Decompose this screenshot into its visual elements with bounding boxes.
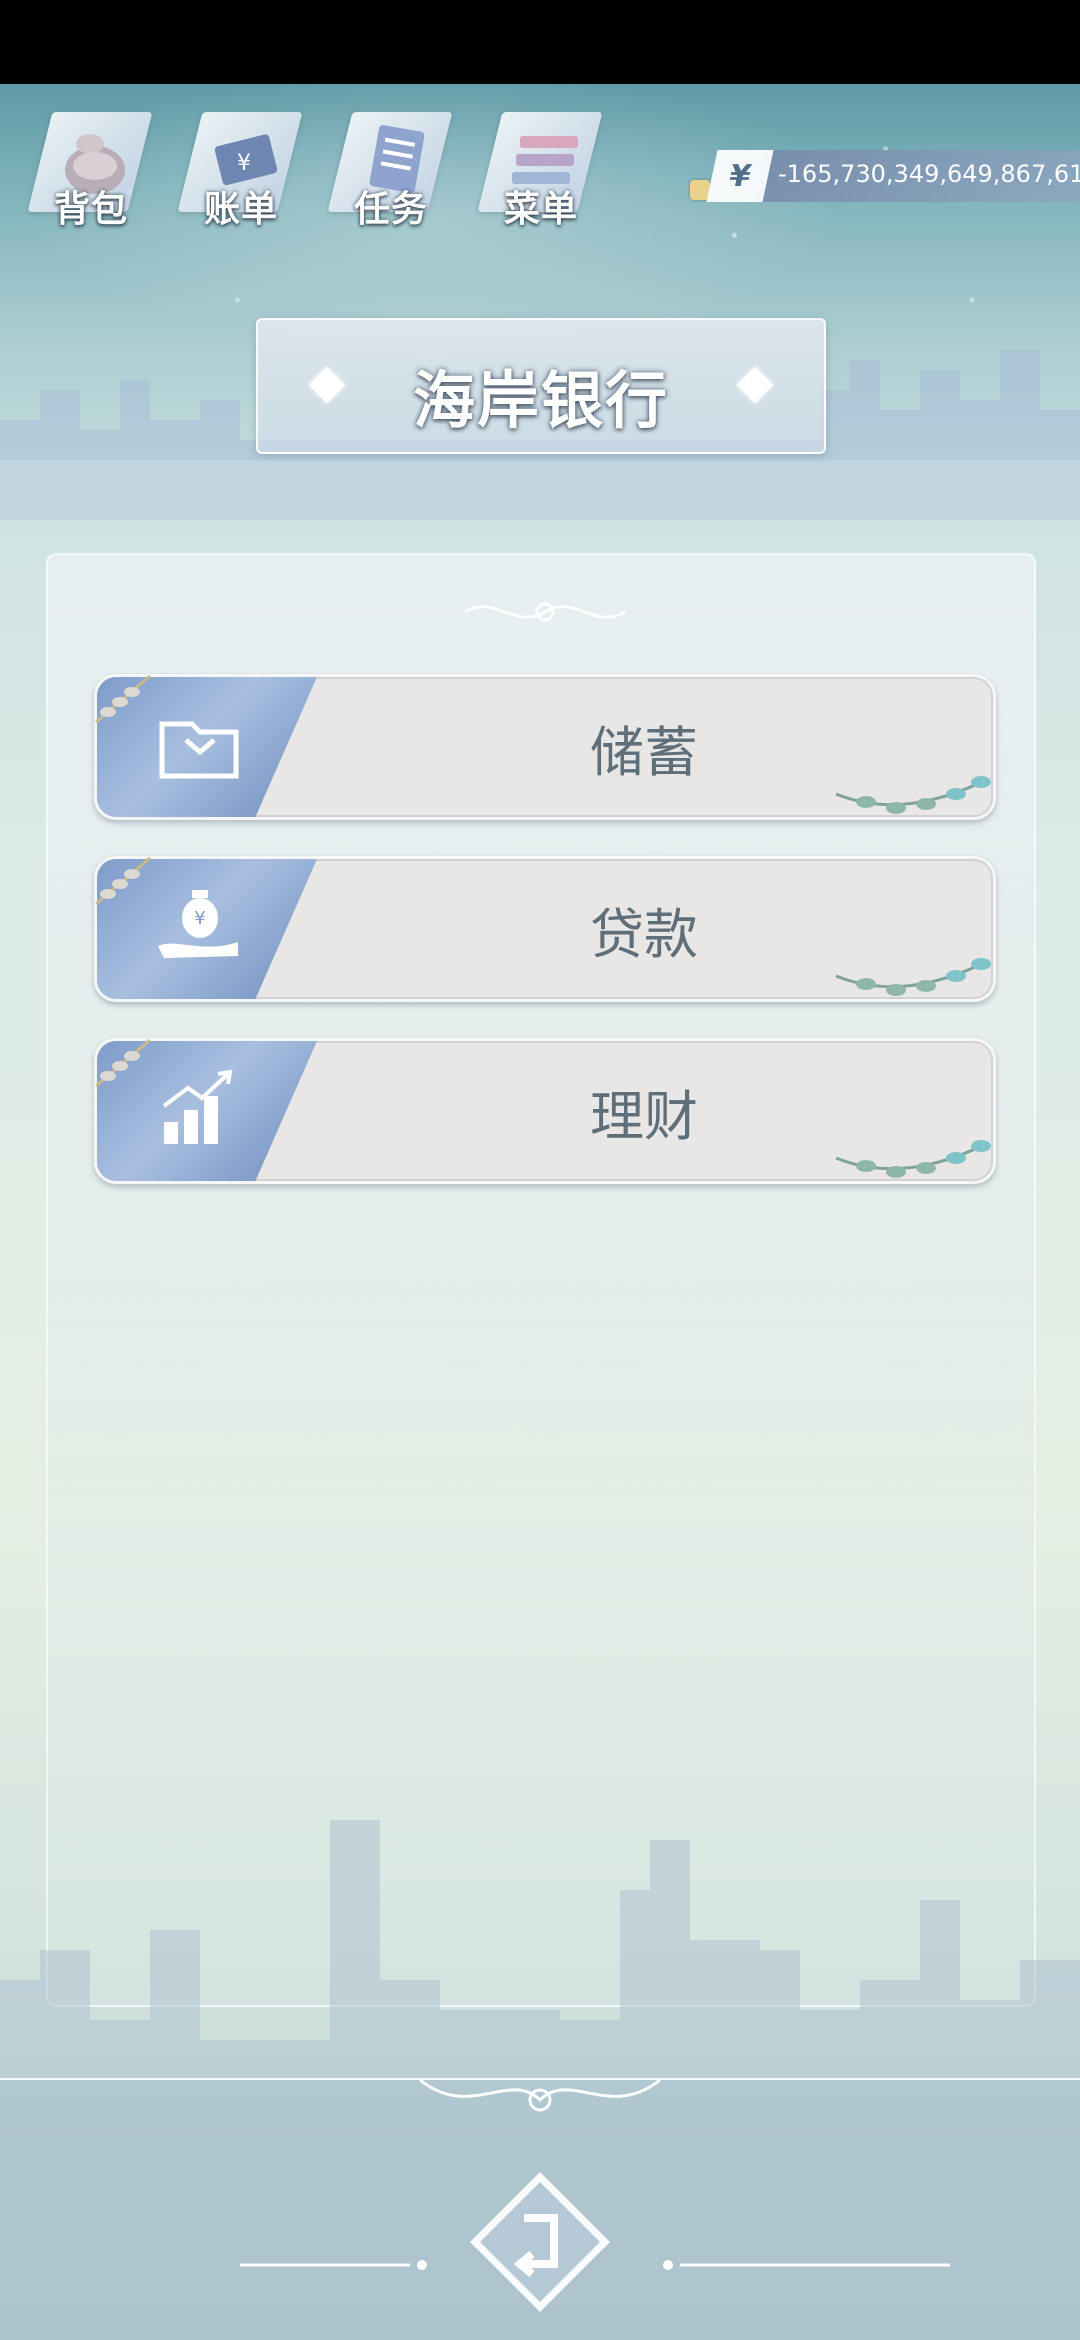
page-title: 海岸银行 (412, 364, 669, 437)
menu-label: 贷款 (590, 903, 698, 966)
savings-button[interactable]: 储蓄 (94, 674, 996, 820)
toolbar-bill[interactable]: ¥ 账单 (170, 100, 303, 240)
currency-amount: -165,730,349,649,867,611 (778, 160, 1080, 188)
toolbar-label: 背包 (54, 189, 129, 230)
leaf-ornament-icon (835, 776, 991, 814)
side-flourish-icon (663, 2260, 950, 2270)
toolbar-task[interactable]: 任务 (320, 100, 453, 240)
leaf-ornament-icon (835, 1140, 991, 1178)
toolbar-backpack[interactable]: 背包 (20, 100, 153, 240)
investment-button[interactable]: 理财 (94, 1038, 996, 1184)
yen-icon: ¥ (706, 150, 774, 202)
svg-text:¥: ¥ (237, 151, 251, 176)
scroll-ornament-icon (419, 2078, 661, 2112)
savings-folder-icon (159, 721, 239, 779)
loan-button[interactable]: ¥ 贷款 (94, 856, 996, 1002)
svg-text:¥: ¥ (194, 908, 205, 929)
toolbar-label: 菜单 (504, 189, 579, 230)
toolbar-label: 任务 (354, 189, 429, 230)
side-flourish-icon (240, 2260, 427, 2270)
bank-screen: 背包 ¥ 账单 任务 菜单 ¥ -165,730,349,649,867,611… (0, 0, 1080, 2340)
title-plaque: 海岸银行 (256, 318, 826, 454)
scroll-ornament-icon (464, 602, 626, 622)
loan-moneybag-icon: ¥ (158, 890, 238, 958)
back-button[interactable] (466, 2168, 614, 2316)
menu-label: 储蓄 (590, 721, 698, 784)
currency-display: ¥ -165,730,349,649,867,611 (690, 150, 1080, 202)
status-bar (0, 0, 1080, 84)
toolbar-menu[interactable]: 菜单 (470, 100, 603, 240)
leaf-ornament-icon (835, 958, 991, 996)
menu-label: 理财 (590, 1085, 698, 1148)
toolbar-label: 账单 (204, 189, 279, 230)
investment-chart-icon (162, 1069, 233, 1144)
